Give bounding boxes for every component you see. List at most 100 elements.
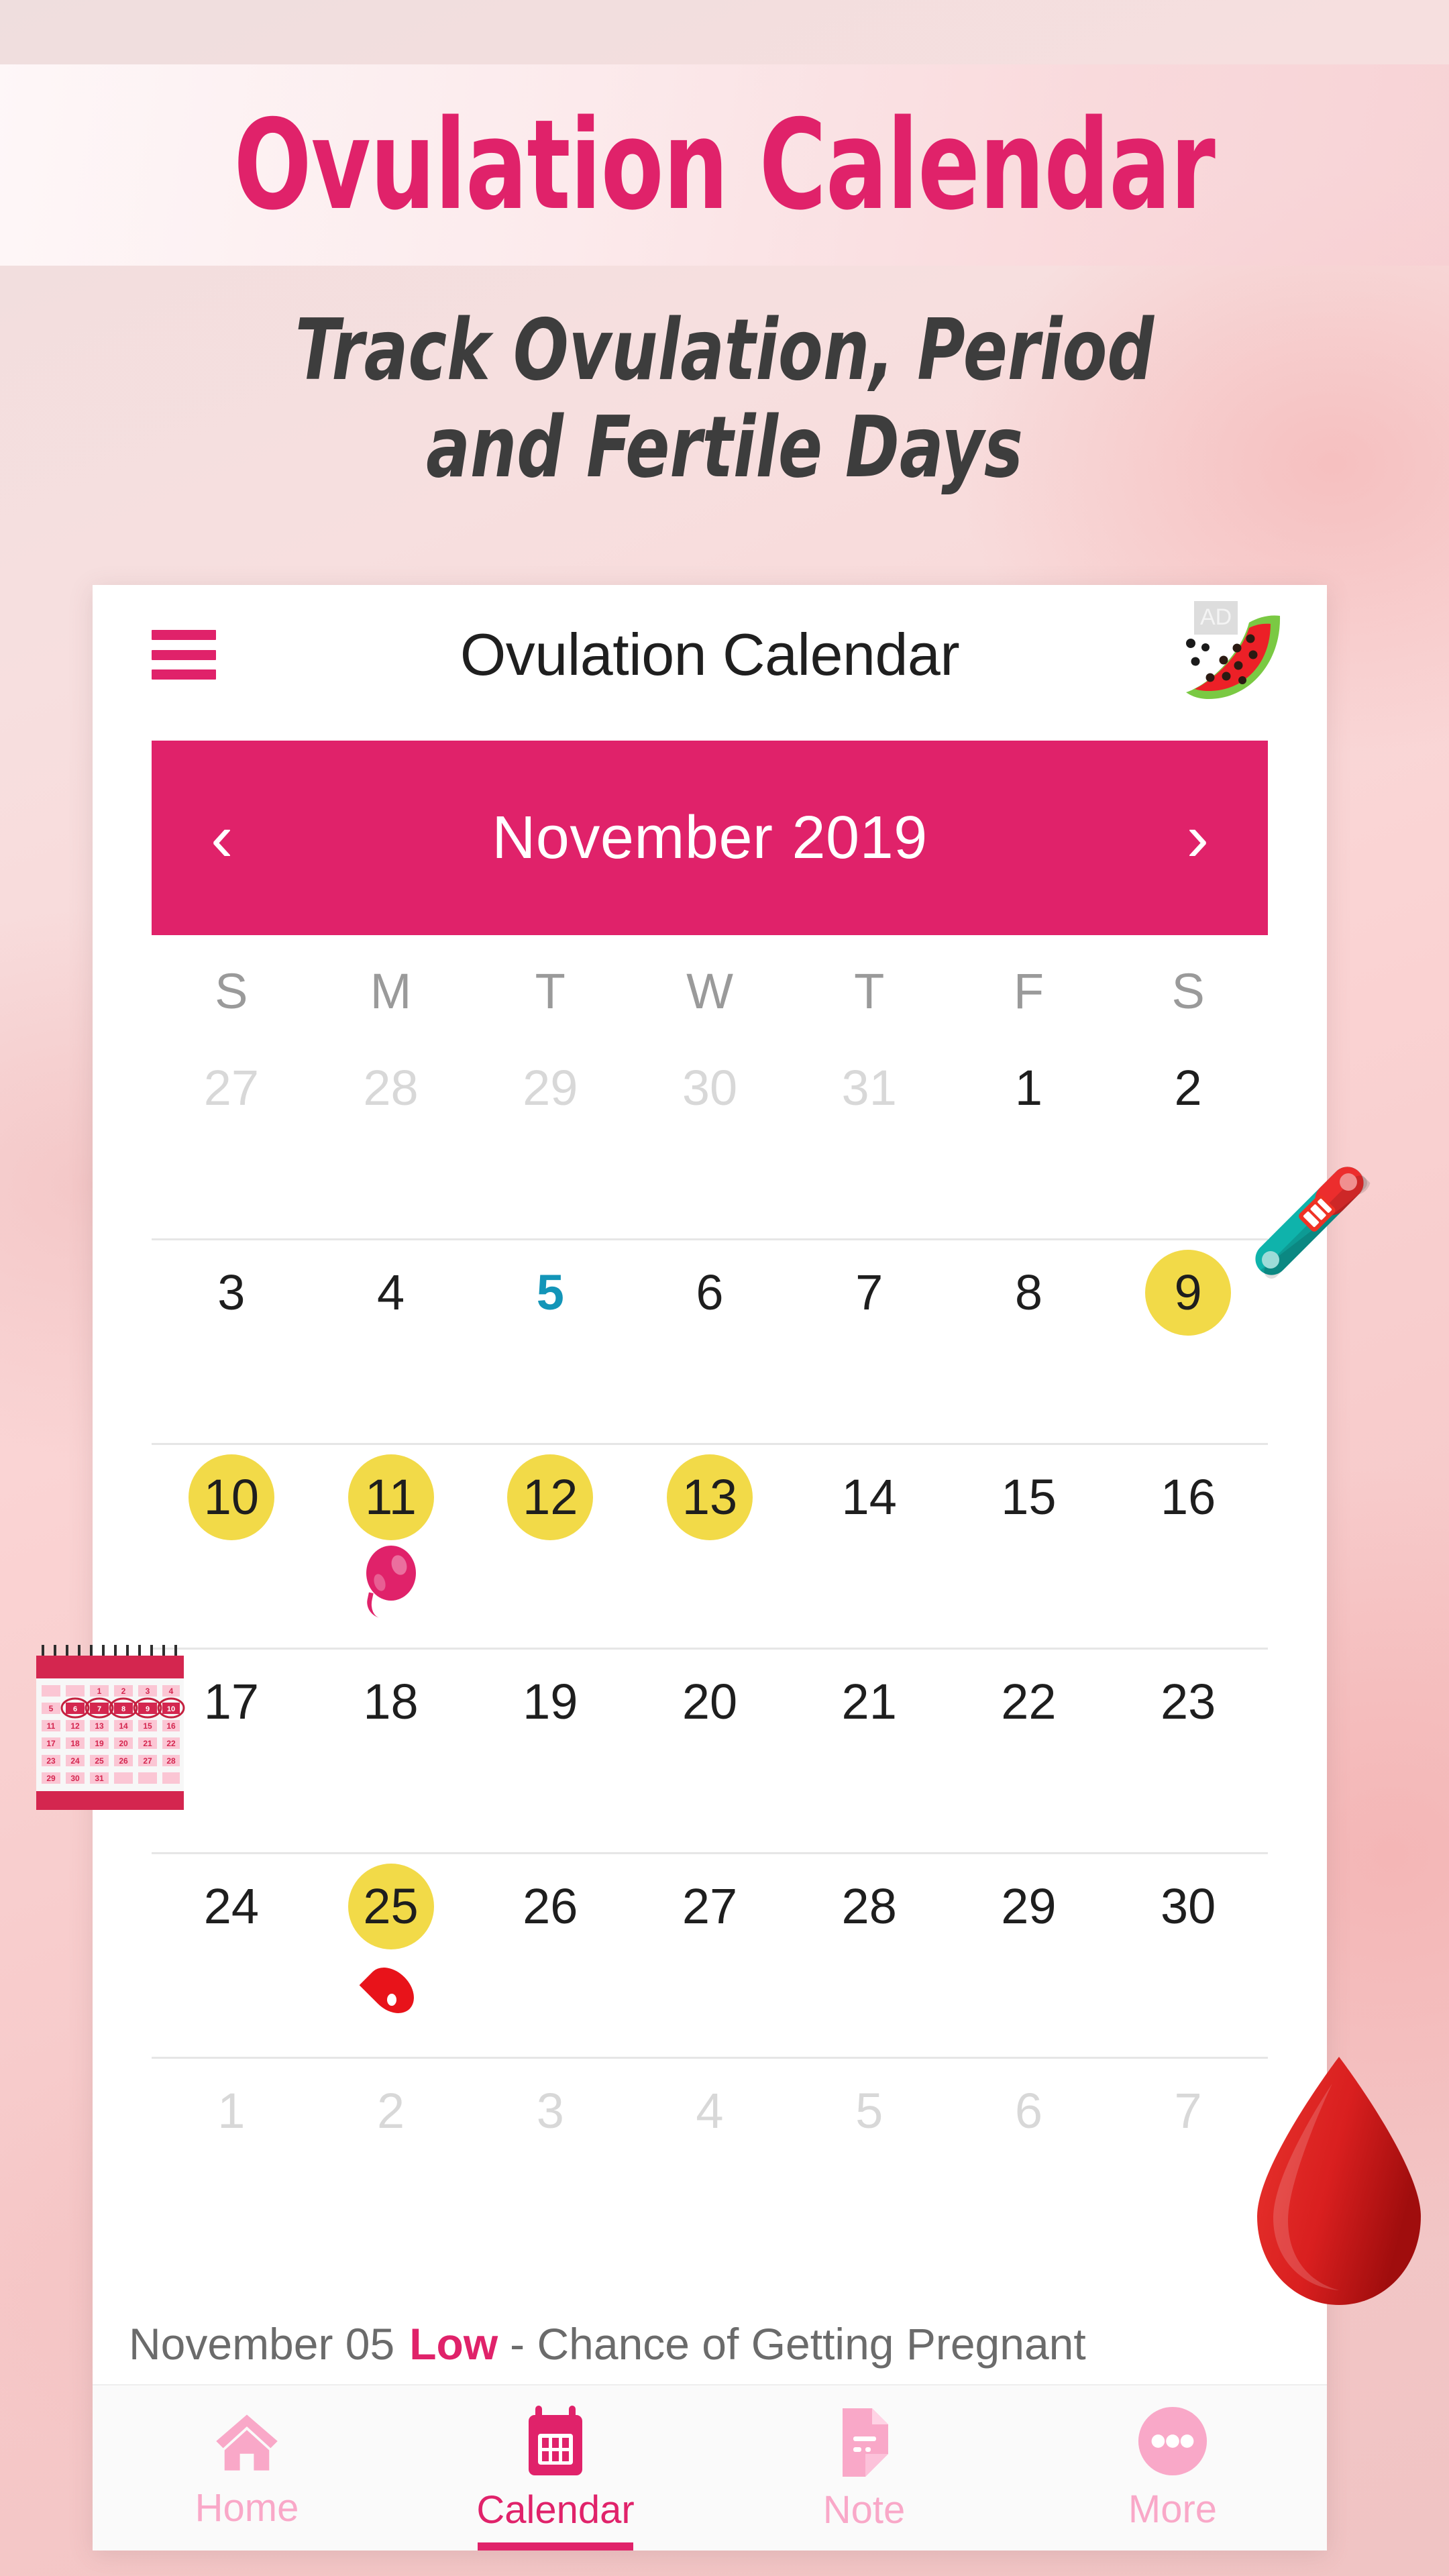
calendar-day-cell: 30 [630,1036,790,1238]
calendar-day-cell[interactable]: 13 [630,1445,790,1648]
calendar-day-number: 30 [1160,1878,1216,1934]
calendar-day-cell: 4 [630,2059,790,2263]
calendar-day-cell[interactable]: 24 [152,1854,311,2057]
calendar-day-cell[interactable]: 12 [470,1445,630,1648]
calendar-day-number: 19 [523,1674,578,1729]
calendar-day-cell[interactable]: 28 [790,1854,949,2057]
calendar-day-cell[interactable]: 5 [470,1240,630,1443]
calendar-day-number: 6 [1014,2083,1042,2139]
calendar-day-cell[interactable]: 6 [630,1240,790,1443]
calendar-day-cell[interactable]: 20 [630,1650,790,1852]
note-icon [843,2408,888,2477]
nav-item-more[interactable]: More [1018,2385,1327,2551]
calendar-week-row: 17 18 19 20 21 22 23 [152,1650,1268,1854]
calendar-day-cell[interactable]: 11 [311,1445,471,1648]
calendar-day-number: 11 [348,1454,434,1540]
calendar-day-number: 18 [363,1674,419,1729]
calendar-day-cell[interactable]: 27 [630,1854,790,2057]
calendar-day-number: 23 [1160,1674,1216,1729]
calendar-day-cell[interactable]: 26 [470,1854,630,2057]
calendar-day-number: 1 [217,2083,246,2139]
calendar-day-cell[interactable]: 29 [949,1854,1109,2057]
calendar-day-cell: 6 [949,2059,1109,2263]
promo-subtitle-line-1: Track Ovulation, Period [294,301,1155,399]
calendar-day-cell: 7 [1108,2059,1268,2263]
calendar-day-number: 20 [682,1674,738,1729]
promo-subtitle: Track Ovulation, Period and Fertile Days [101,301,1348,496]
weekday-header: S M T W T F S [152,947,1268,1034]
calendar-day-cell: 3 [470,2059,630,2263]
calendar-day-cell[interactable]: 7 [790,1240,949,1443]
calendar-day-number: 8 [1014,1265,1042,1320]
calendar-day-cell[interactable]: 10 [152,1445,311,1648]
app-screen: Ovulation Calendar AD ‹ November 2019 › S… [93,585,1327,2551]
calendar-day-number: 30 [682,1060,738,1116]
calendar-day-number: 22 [1001,1674,1057,1729]
promo-title: Ovulation Calendar [233,92,1216,237]
calendar-day-cell: 2 [311,2059,471,2263]
calendar-day-cell[interactable]: 4 [311,1240,471,1443]
calendar-day-number: 14 [841,1469,897,1525]
drop-body [359,1958,423,2023]
calendar-day-cell[interactable]: 15 [949,1445,1109,1648]
nav-item-note[interactable]: Note [710,2385,1018,2551]
calendar-day-number: 29 [1001,1878,1057,1934]
calendar-day-cell[interactable]: 2 [1108,1036,1268,1238]
nav-item-home[interactable]: Home [93,2385,401,2551]
calendar-day-cell[interactable]: 14 [790,1445,949,1648]
calendar-day-cell[interactable]: 17 [152,1650,311,1852]
calendar-day-number: 28 [363,1060,419,1116]
calendar-day-cell[interactable]: 18 [311,1650,471,1852]
calendar-day-cell[interactable]: 9 [1108,1240,1268,1443]
promo-banner: Ovulation Calendar [0,64,1449,266]
chevron-left-icon[interactable]: ‹ [211,804,233,871]
calendar-day-cell[interactable]: 8 [949,1240,1109,1443]
calendar-day-number: 10 [189,1454,274,1540]
weekday-label-1: M [370,963,412,1019]
svg-text:17: 17 [46,1739,56,1748]
app-bar: Ovulation Calendar AD [93,585,1327,724]
calendar-week-row: 10 11 12 13 14 15 16 [152,1445,1268,1650]
calendar-day-cell[interactable]: 22 [949,1650,1109,1852]
calendar-day-number: 28 [841,1878,897,1934]
weekday-label-5: F [1013,963,1044,1019]
calendar-day-cell[interactable]: 3 [152,1240,311,1443]
calendar-day-number: 27 [682,1878,738,1934]
home-icon [216,2414,278,2471]
calendar-day-cell[interactable]: 25 [311,1854,471,2057]
calendar-day-cell[interactable]: 30 [1108,1854,1268,2057]
calendar-day-number: 24 [203,1878,259,1934]
ad-slot[interactable]: AD [1179,601,1287,704]
calendar-grid: 27 28 29 30 31 1 2 3 4 5 6 7 8 9 10 11 12 13 14 15 16 17 18 19 2… [152,1036,1268,2263]
svg-text:12: 12 [70,1721,80,1731]
weekday-label-3: W [686,963,733,1019]
calendar-day-number: 3 [536,2083,564,2139]
calendar-day-cell[interactable]: 21 [790,1650,949,1852]
bottom-navigation: Home Calendar Note More [93,2384,1327,2551]
calendar-day-number: 2 [376,2083,405,2139]
calendar-day-marker [362,1546,420,1619]
drop-highlight [386,1994,396,2006]
calendar-day-number: 2 [1174,1060,1202,1116]
weekday-label-2: T [535,963,566,1019]
status-date: November 05 [129,2319,395,2369]
period-drop-icon [359,1955,423,2023]
month-year-label: November 2019 [492,804,927,873]
app-title: Ovulation Calendar [460,621,960,688]
svg-text:24: 24 [70,1756,80,1766]
calendar-day-number: 5 [536,1265,564,1320]
calendar-day-cell[interactable]: 23 [1108,1650,1268,1852]
chevron-right-icon[interactable]: › [1187,804,1209,871]
calendar-day-cell[interactable]: 1 [949,1036,1109,1238]
nav-label-home: Home [195,2485,299,2530]
calendar-day-number: 5 [855,2083,883,2139]
calendar-day-number: 17 [203,1674,259,1729]
calendar-day-number: 12 [507,1454,593,1540]
calendar-day-cell[interactable]: 19 [470,1650,630,1852]
calendar-day-number: 13 [667,1454,753,1540]
calendar-day-number: 27 [203,1060,259,1116]
fertility-status-line: November 05 Low - Chance of Getting Preg… [93,2304,1327,2384]
nav-item-calendar[interactable]: Calendar [401,2385,710,2551]
calendar-week-row: 27 28 29 30 31 1 2 [152,1036,1268,1240]
calendar-day-cell[interactable]: 16 [1108,1445,1268,1648]
